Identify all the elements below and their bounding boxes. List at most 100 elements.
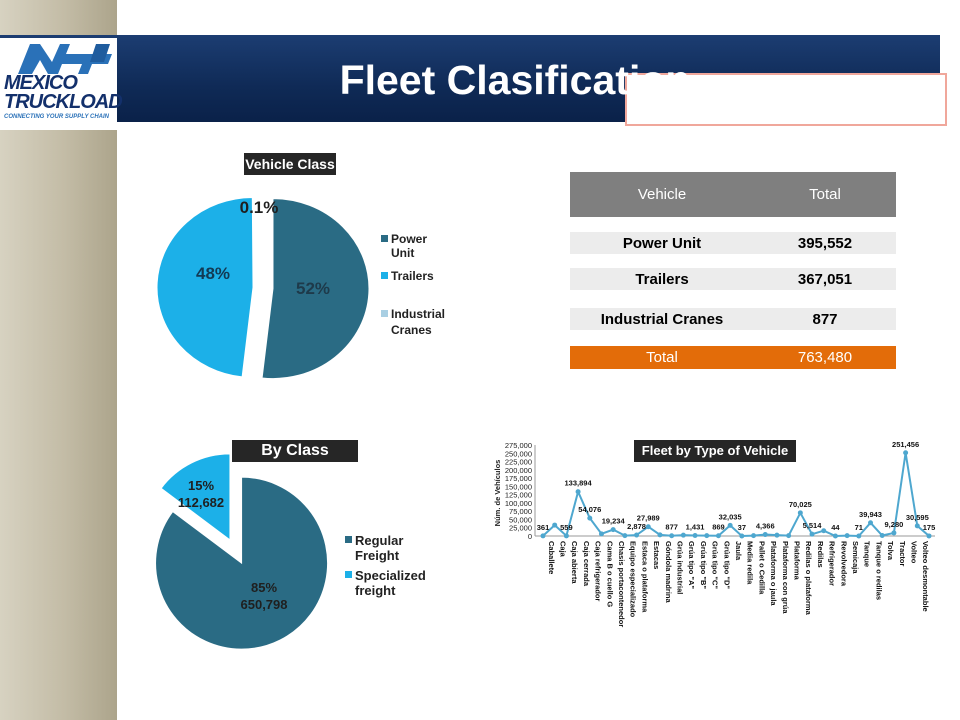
- data-point: [809, 531, 815, 537]
- data-point: [680, 532, 686, 538]
- slice-label: 0.1%: [240, 198, 279, 217]
- data-point: [762, 532, 768, 538]
- legend-swatch: [381, 272, 388, 279]
- x-tick-label: Tolva: [886, 541, 895, 561]
- x-tick-label: Revolvedora: [839, 541, 848, 587]
- pie-slice: [160, 453, 231, 541]
- cell-total: 395,552: [797, 234, 853, 252]
- data-label: 30,595: [906, 513, 929, 522]
- header-total: Total: [809, 186, 841, 203]
- data-label: 70,025: [789, 500, 812, 509]
- pie-slice: [155, 476, 329, 650]
- data-label: 39,943: [859, 510, 882, 519]
- x-tick-label: Grúa tipo "D": [722, 541, 731, 589]
- x-tick-label: Grúa tipo "B": [699, 541, 708, 589]
- legend-label: Industrial: [391, 307, 446, 321]
- data-label: 32,035: [719, 512, 742, 521]
- cell-total-value: 763,480: [797, 349, 853, 366]
- legend-label: Regular Freight: [355, 533, 404, 563]
- cell-total: 367,051: [797, 270, 853, 288]
- data-label: 37: [738, 523, 746, 532]
- data-point: [563, 533, 569, 539]
- slice-value-label: 650,798: [241, 597, 288, 612]
- header-vehicle: Vehicle: [637, 186, 687, 203]
- x-tick-label: Plataforma con grúa: [781, 541, 790, 614]
- y-tick-label: 175,000: [505, 474, 532, 483]
- cell-vehicle: Power Unit: [622, 234, 702, 252]
- legend-label: Power Unit: [391, 232, 428, 260]
- x-tick-label: Tractor: [898, 541, 907, 567]
- legend-swatch: [381, 235, 388, 242]
- x-tick-label: Volteo desmontable: [921, 541, 930, 612]
- y-tick-label: 100,000: [505, 499, 532, 508]
- y-tick-label: 125,000: [505, 491, 532, 500]
- y-tick-label: 25,000: [509, 524, 532, 533]
- data-label: 251,456: [892, 440, 919, 449]
- data-label: 2,878: [627, 522, 646, 531]
- y-tick-label: 75,000: [509, 507, 532, 516]
- data-point: [669, 533, 675, 539]
- x-tick-label: Plataforma: [792, 541, 801, 581]
- x-tick-label: Grúa tipo "C": [711, 541, 720, 589]
- table-row-industrial-cranes: Industrial Cranes 877: [570, 308, 896, 330]
- data-point: [575, 489, 581, 495]
- x-tick-label: Refrigerador: [828, 541, 837, 586]
- x-tick-label: Plataforma o jaula: [769, 541, 778, 606]
- x-tick-label: Caja refrigerador: [594, 541, 603, 602]
- pie-slice: [156, 196, 254, 378]
- pie-slice: [261, 193, 264, 285]
- data-point: [727, 522, 733, 528]
- x-tick-label: Redilas o plataforma: [804, 541, 813, 616]
- data-point: [797, 510, 803, 516]
- cell-total: 877: [812, 310, 838, 328]
- data-label: 54,076: [578, 505, 601, 514]
- data-label: 361: [537, 523, 550, 532]
- data-label: 27,989: [637, 514, 660, 523]
- page-title: Fleet Clasification: [339, 57, 691, 103]
- class-service-title: By Class Service: [232, 440, 358, 481]
- slice-label: 48%: [196, 264, 230, 283]
- data-point: [704, 533, 710, 539]
- x-tick-label: Equipo especializado: [629, 541, 638, 618]
- data-label: 9,280: [885, 520, 904, 529]
- data-label: 869: [712, 523, 725, 532]
- y-tick-label: 250,000: [505, 449, 532, 458]
- data-label: 5,514: [803, 521, 823, 530]
- x-tick-label: Estacas: [652, 541, 661, 569]
- slice-label: 52%: [296, 279, 330, 298]
- data-point: [540, 533, 546, 539]
- data-point: [832, 533, 838, 539]
- data-point: [891, 530, 897, 536]
- x-tick-label: Jaula: [734, 541, 743, 561]
- x-tick-label: Tanque o redilas: [874, 541, 883, 600]
- data-label: 19,234: [602, 517, 626, 526]
- data-point: [914, 523, 920, 529]
- data-point: [645, 524, 651, 530]
- data-point: [715, 533, 721, 539]
- data-label: 71: [855, 523, 863, 532]
- data-point: [903, 450, 909, 456]
- data-point: [587, 515, 593, 521]
- data-point: [692, 533, 698, 539]
- x-tick-label: Redilas: [816, 541, 825, 568]
- legend-swatch: [381, 310, 388, 317]
- data-point: [739, 533, 745, 539]
- legend-label: Trailers: [391, 269, 434, 283]
- data-point: [610, 527, 616, 533]
- data-label: 133,894: [565, 479, 593, 488]
- x-tick-label: Caballete: [547, 541, 556, 574]
- data-point: [879, 533, 885, 539]
- cell-vehicle: Trailers: [635, 270, 689, 288]
- data-point: [868, 520, 874, 526]
- x-tick-label: Grúa industrial: [676, 541, 685, 594]
- data-point: [657, 532, 663, 538]
- vehicle-class-title: Vehicle Class: [244, 153, 336, 175]
- data-label: 44: [831, 523, 840, 532]
- legend-swatch: [345, 536, 352, 543]
- x-tick-label: Chasis portacontenedor: [617, 541, 626, 627]
- x-tick-label: Caja: [559, 541, 568, 558]
- x-tick-label: Cama B o cuello G: [605, 541, 614, 607]
- slice-percent-label: 85%: [251, 580, 277, 595]
- x-tick-label: Volteo: [909, 541, 918, 564]
- legend-swatch: [345, 571, 352, 578]
